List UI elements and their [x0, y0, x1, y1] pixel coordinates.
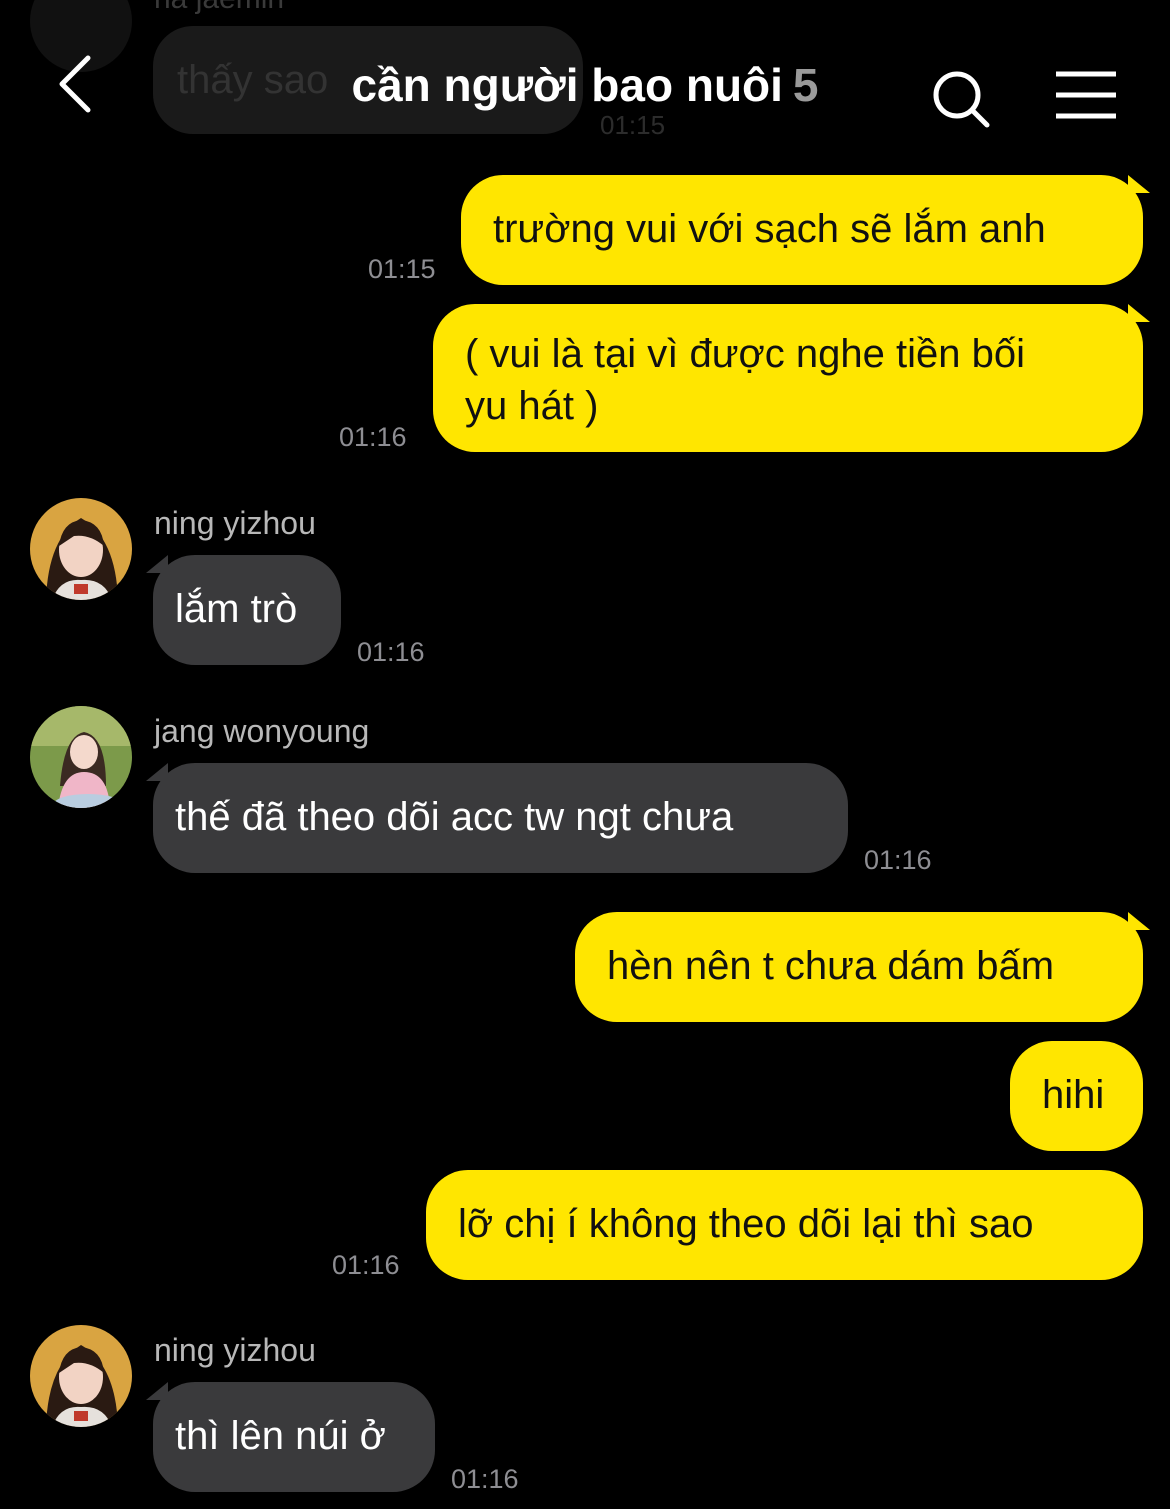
their-message-bubble[interactable]: thì lên núi ở — [153, 1382, 435, 1492]
message-time: 01:15 — [368, 254, 436, 284]
search-button[interactable] — [930, 68, 992, 130]
message-text: thì lên núi ở — [175, 1414, 386, 1458]
their-message-bubble[interactable]: thế đã theo dõi acc tw ngt chưa — [153, 763, 848, 873]
bubble-tail — [1128, 175, 1150, 193]
message-text: trường vui với sạch sẽ lắm anh — [493, 207, 1046, 251]
message-time: 01:16 — [339, 422, 407, 452]
message-time: 01:16 — [864, 845, 932, 875]
message-text: lắm trò — [175, 587, 298, 631]
menu-button[interactable] — [1054, 70, 1118, 120]
my-message-bubble[interactable]: hèn nên t chưa dám bấm — [575, 912, 1143, 1022]
avatar-image — [30, 706, 132, 808]
message-text: hihi — [1042, 1073, 1105, 1117]
message-text: thế đã theo dõi acc tw ngt chưa — [175, 795, 734, 839]
bubble-tail — [146, 763, 168, 781]
bubble-tail — [1128, 304, 1150, 322]
message-time: 01:16 — [357, 637, 425, 667]
message-time: 01:16 — [332, 1250, 400, 1280]
message-time: 01:16 — [451, 1464, 519, 1494]
avatar-ning-yizhou[interactable] — [30, 1325, 132, 1427]
avatar-jang-wonyoung[interactable] — [30, 706, 132, 808]
hamburger-menu-icon — [1056, 71, 1116, 119]
search-icon — [933, 71, 990, 128]
avatar-image — [30, 1325, 132, 1427]
my-message-bubble[interactable]: trường vui với sạch sẽ lắm anh — [461, 175, 1143, 285]
chat-title: cần người bao nuôi 5 — [0, 58, 1170, 112]
message-text-line: ( vui là tại vì được nghe tiền bối — [465, 332, 1025, 376]
faded-message-time: 01:15 — [600, 110, 666, 140]
avatar-ning-yizhou[interactable] — [30, 498, 132, 600]
sender-name: ning yizhou — [154, 1332, 316, 1368]
my-message-bubble[interactable]: ( vui là tại vì được nghe tiền bối yu há… — [433, 304, 1143, 452]
message-text-line: yu hát ) — [465, 384, 599, 428]
message-text: lỡ chị í không theo dõi lại thì sao — [458, 1202, 1034, 1246]
their-message-bubble[interactable]: lắm trò — [153, 555, 341, 665]
bubble-tail — [146, 555, 168, 573]
sender-name: ning yizhou — [154, 505, 316, 541]
faded-sender-name: na jaemin — [154, 0, 284, 16]
chat-title-text: cần người bao nuôi — [351, 59, 783, 111]
message-text: hèn nên t chưa dám bấm — [607, 944, 1055, 988]
bubble-tail — [146, 1382, 168, 1400]
bubble-tail — [1128, 912, 1150, 930]
avatar-image — [30, 498, 132, 600]
sender-name: jang wonyoung — [154, 713, 370, 749]
my-message-bubble[interactable]: lỡ chị í không theo dõi lại thì sao — [426, 1170, 1143, 1280]
my-message-bubble[interactable]: hihi — [1010, 1041, 1143, 1151]
member-count: 5 — [792, 59, 819, 111]
